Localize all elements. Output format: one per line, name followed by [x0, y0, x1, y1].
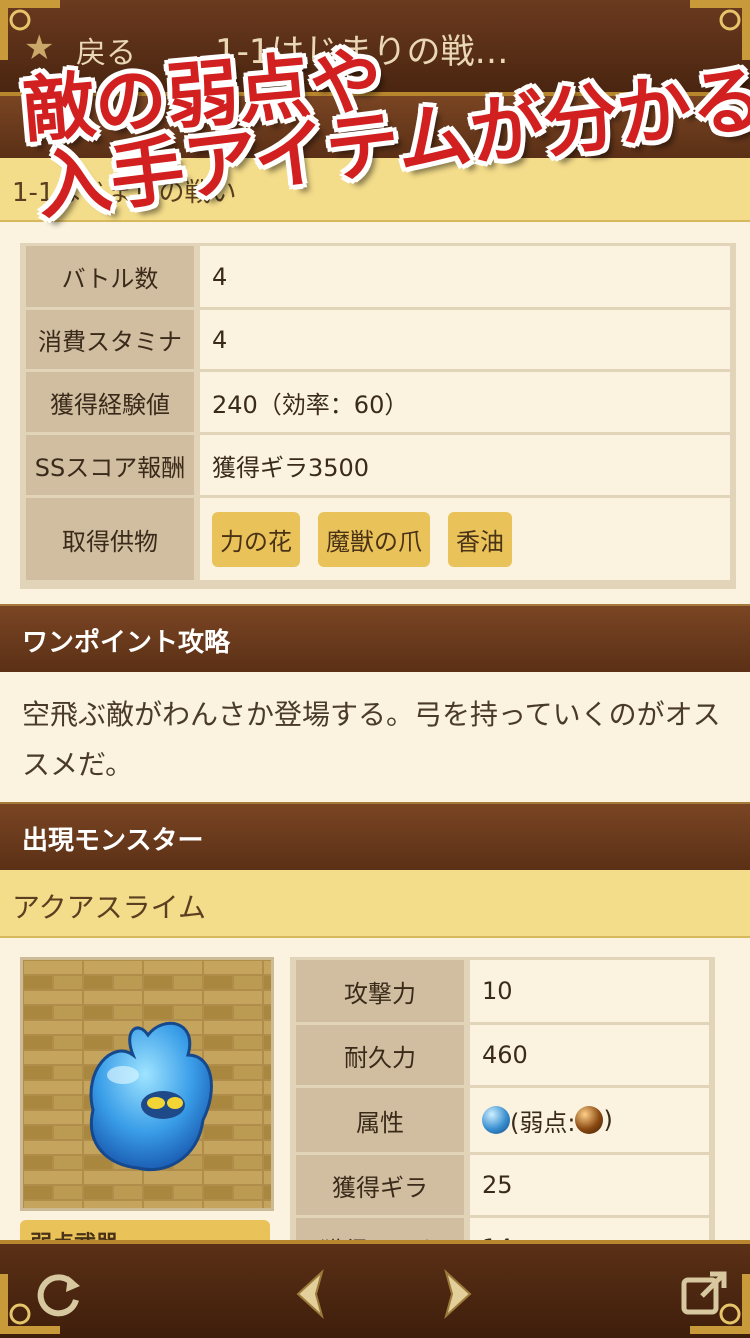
table-row: バトル数 4: [23, 246, 733, 307]
row-key: SSスコア報酬: [26, 435, 194, 495]
stat-key: 攻撃力: [296, 960, 464, 1022]
table-row: 耐久力 460: [293, 1025, 712, 1085]
offering-chip[interactable]: 力の花: [212, 511, 300, 567]
tips-section-header: ワンポイント攻略: [0, 604, 750, 672]
stat-value: 10: [470, 960, 709, 1022]
offering-chip[interactable]: 香油: [448, 511, 512, 567]
table-row: SSスコア報酬 獲得ギラ3500: [23, 435, 733, 495]
offering-chip[interactable]: 魔獣の爪: [318, 511, 430, 567]
row-key: 取得供物: [26, 498, 194, 580]
row-key: バトル数: [26, 246, 194, 307]
table-row: 消費スタミナ 4: [23, 310, 733, 369]
monster-stats-table: 攻撃力 10 耐久力 460 属性 (弱点: ) 獲得ギラ 25 獲得マルク 1…: [290, 957, 715, 1278]
row-value: 4: [200, 246, 730, 307]
table-row: 獲得経験値 240（効率：60）: [23, 372, 733, 432]
monster-name: アクアスライム: [12, 891, 207, 924]
earth-element-icon: [575, 1106, 604, 1134]
section-title: ワンポイント攻略: [22, 628, 231, 658]
weakness-prefix: (弱点:: [510, 1108, 576, 1137]
row-key: 消費スタミナ: [26, 310, 194, 369]
row-value: 獲得ギラ3500: [200, 435, 730, 495]
offerings-list: 力の花 魔獣の爪 香油: [200, 498, 730, 580]
previous-arrow-icon[interactable]: [290, 1268, 330, 1320]
monster-name-bar: アクアスライム: [0, 870, 750, 938]
stat-key: 耐久力: [296, 1025, 464, 1085]
corner-ornament-icon: [0, 0, 60, 60]
corner-ornament-icon: [690, 1274, 750, 1334]
section-title: 出現モンスター: [22, 826, 204, 856]
bottom-nav-bar: [0, 1240, 750, 1338]
table-row: 獲得ギラ 25: [293, 1155, 712, 1215]
tip-text: 空飛ぶ敵がわんさか登場する。弓を持っていくのがオススメだ。: [22, 698, 721, 781]
corner-ornament-icon: [690, 0, 750, 60]
stat-value: 460: [470, 1025, 709, 1085]
stage-info-table: バトル数 4 消費スタミナ 4 獲得経験値 240（効率：60） SSスコア報酬…: [20, 243, 736, 589]
monster-portrait: [20, 957, 274, 1211]
row-value: 240（効率：60）: [200, 372, 730, 432]
monsters-section-header: 出現モンスター: [0, 802, 750, 870]
row-key: 獲得経験値: [26, 372, 194, 432]
table-row: 取得供物 力の花 魔獣の爪 香油: [23, 498, 733, 580]
table-row: 攻撃力 10: [293, 960, 712, 1022]
stat-key: 属性: [296, 1088, 464, 1152]
row-value: 4: [200, 310, 730, 369]
weakness-suffix: ): [603, 1106, 613, 1134]
stat-value: 25: [470, 1155, 709, 1215]
water-element-icon: [482, 1106, 510, 1134]
attribute-value: (弱点: ): [470, 1088, 709, 1152]
corner-ornament-icon: [0, 1274, 60, 1334]
slime-image: [23, 960, 271, 1208]
stat-key: 獲得ギラ: [296, 1155, 464, 1215]
next-arrow-icon[interactable]: [438, 1268, 478, 1320]
table-row: 属性 (弱点: ): [293, 1088, 712, 1152]
